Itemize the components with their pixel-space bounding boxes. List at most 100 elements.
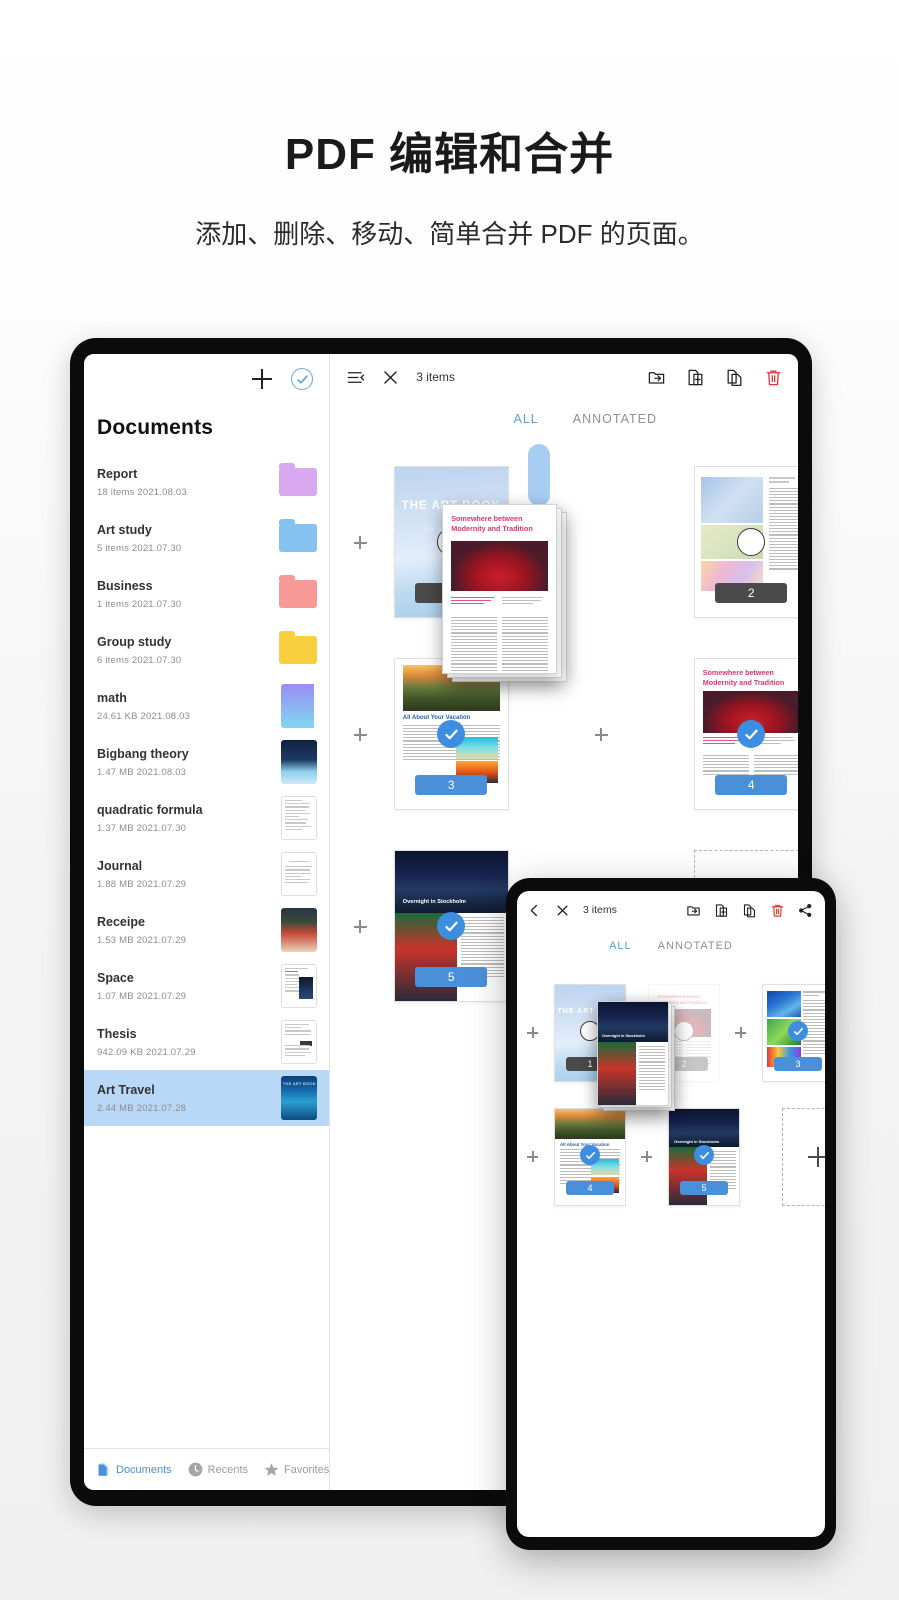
- dragged-page-title: Overnight in Stockholm: [602, 1034, 645, 1038]
- list-item-name: Journal: [97, 858, 143, 873]
- list-item[interactable]: quadratic formula 1.37 MB 2021.07.30: [84, 790, 329, 846]
- tab-all[interactable]: ALL: [609, 940, 632, 952]
- document-thumbnail: [281, 964, 318, 1008]
- list-item[interactable]: Receipe 1.53 MB 2021.07.29: [84, 902, 329, 958]
- add-page-icon[interactable]: [686, 368, 705, 387]
- main-toolbar: 3 items: [330, 354, 798, 400]
- list-item-meta: Art study 5 items 2021.07.30: [97, 523, 181, 554]
- list-item[interactable]: Thesis 942.09 KB 2021.07.29: [84, 1014, 329, 1070]
- page-thumbnail-4[interactable]: Somewhere between Modernity and Traditio…: [693, 658, 798, 810]
- copy-icon[interactable]: [742, 903, 757, 918]
- list-item-sub: 1.47 MB 2021.08.03: [97, 766, 187, 778]
- document-icon: [96, 1462, 111, 1477]
- close-icon[interactable]: [555, 903, 570, 918]
- list-item-meta: Bigbang theory 1.47 MB 2021.08.03: [97, 747, 189, 778]
- list-item-selected[interactable]: Art Travel 2.44 MB 2021.07.28 THE ART BO…: [84, 1070, 330, 1126]
- page-select-check[interactable]: [694, 1145, 714, 1166]
- list-item-meta: math 24.61 KB 2021.08.03: [97, 691, 190, 722]
- page-cell[interactable]: Overnight in Stockholm 5: [657, 1108, 751, 1206]
- page-art-title: Somewhere between Modernity and Traditio…: [702, 668, 785, 687]
- folder-icon: [279, 463, 318, 496]
- page-cell[interactable]: All About Your Vacation 4: [543, 1108, 637, 1206]
- list-item[interactable]: Group study 6 items 2021.07.30: [84, 622, 329, 678]
- close-icon[interactable]: [381, 368, 400, 387]
- list-item-meta: Thesis 942.09 KB 2021.07.29: [97, 1027, 196, 1058]
- sidebar-item-favorites[interactable]: Favorites: [264, 1462, 329, 1477]
- list-item[interactable]: Bigbang theory 1.47 MB 2021.08.03: [84, 734, 329, 790]
- page-thumbnail-5[interactable]: Overnight in Stockholm 5: [393, 850, 509, 1002]
- sidebar-item-documents[interactable]: Documents: [96, 1462, 172, 1477]
- dragged-page-stack[interactable]: Overnight in Stockholm: [597, 1001, 675, 1111]
- list-item-name: Art Travel: [97, 1082, 155, 1097]
- add-page-icon[interactable]: [714, 903, 729, 918]
- move-to-folder-icon[interactable]: [686, 903, 701, 918]
- page-cell[interactable]: Overnight in Stockholm 5: [376, 850, 526, 1002]
- insert-slot-icon[interactable]: [350, 724, 370, 744]
- page-cell[interactable]: Somewhere between Modernity and Traditio…: [676, 658, 798, 810]
- list-item[interactable]: Report 18 items 2021.08.03: [84, 454, 329, 510]
- list-item-name: Thesis: [97, 1026, 137, 1041]
- phone-filter-tabs: ALL ANNOTATED: [517, 929, 825, 963]
- page-select-check[interactable]: [580, 1145, 600, 1166]
- page-select-circle[interactable]: [674, 1021, 694, 1042]
- folder-icon: [279, 631, 318, 664]
- list-item-sub: 6 items 2021.07.30: [97, 654, 182, 666]
- list-item-sub: 5 items 2021.07.30: [97, 542, 182, 554]
- insert-slot-icon[interactable]: [525, 1149, 541, 1165]
- page-select-circle[interactable]: [737, 528, 766, 556]
- insert-slot-icon[interactable]: [350, 532, 370, 552]
- page-cell-add[interactable]: [771, 1108, 825, 1206]
- filter-tabs: ALL ANNOTATED: [330, 400, 798, 438]
- document-thumbnail: THE ART BOOK: [281, 1076, 318, 1120]
- delete-icon[interactable]: [764, 368, 783, 387]
- list-item[interactable]: Business 1 items 2021.07.30: [84, 566, 329, 622]
- add-document-icon[interactable]: [251, 368, 273, 390]
- tab-annotated[interactable]: ANNOTATED: [658, 940, 733, 952]
- document-thumbnail: [281, 740, 318, 784]
- toolbar-left-group: 3 items: [346, 368, 455, 387]
- insert-slot-icon[interactable]: [350, 916, 370, 936]
- list-item[interactable]: Art study 5 items 2021.07.30: [84, 510, 329, 566]
- page-cell[interactable]: 2: [676, 466, 798, 618]
- page-select-check[interactable]: [437, 720, 466, 748]
- page-cell[interactable]: [526, 724, 676, 744]
- page-number-badge: 5: [680, 1181, 728, 1195]
- sidebar-item-label: Recents: [207, 1463, 248, 1476]
- list-item[interactable]: Journal 1.88 MB 2021.07.29: [84, 846, 329, 902]
- page-thumbnail-3[interactable]: 3: [762, 984, 825, 1082]
- page-cell[interactable]: 3: [751, 984, 825, 1082]
- insert-slot-icon[interactable]: [733, 1025, 749, 1041]
- page-thumbnail-4[interactable]: All About Your Vacation 4: [554, 1108, 626, 1206]
- tab-all[interactable]: ALL: [514, 412, 539, 426]
- page-thumbnail-2[interactable]: 2: [693, 466, 798, 618]
- select-mode-icon[interactable]: [291, 368, 314, 390]
- dragged-page-title: Somewhere between Modernity and Traditio…: [451, 514, 533, 533]
- page-thumbnail-5[interactable]: Overnight in Stockholm 5: [668, 1108, 740, 1206]
- insert-slot-icon[interactable]: [639, 1149, 655, 1165]
- phone-screen: 3 items ALL ANNOTATED THE ART BOOK 1 Som…: [517, 891, 825, 1537]
- page-select-check[interactable]: [788, 1021, 808, 1042]
- back-icon[interactable]: [527, 903, 542, 918]
- add-page-slot[interactable]: [782, 1108, 825, 1206]
- list-item-name: Space: [97, 970, 134, 985]
- page-select-check[interactable]: [737, 720, 766, 748]
- plus-icon: [808, 1147, 825, 1167]
- insert-slot-icon[interactable]: [525, 1025, 541, 1041]
- list-item-sub: 24.61 KB 2021.08.03: [97, 710, 191, 722]
- delete-icon[interactable]: [770, 903, 785, 918]
- sidebar-item-recents[interactable]: Recents: [188, 1462, 248, 1477]
- list-item[interactable]: math 24.61 KB 2021.08.03: [84, 678, 329, 734]
- insert-slot-icon[interactable]: [591, 724, 611, 744]
- page-number-badge: 3: [774, 1057, 822, 1071]
- dragged-page-stack[interactable]: Somewhere between Modernity and Traditio…: [442, 504, 568, 682]
- page-title: PDF 编辑和合并: [284, 130, 615, 179]
- tab-annotated[interactable]: ANNOTATED: [573, 412, 657, 426]
- move-to-folder-icon[interactable]: [647, 368, 666, 387]
- copy-icon[interactable]: [725, 368, 744, 387]
- sidebar-collapse-icon[interactable]: [346, 368, 365, 387]
- list-item-sub: 1 items 2021.07.30: [97, 598, 182, 610]
- page-select-check[interactable]: [437, 912, 466, 940]
- list-item-meta: Group study 6 items 2021.07.30: [97, 635, 181, 666]
- list-item[interactable]: Space 1.07 MB 2021.07.29: [84, 958, 329, 1014]
- share-icon[interactable]: [798, 903, 813, 918]
